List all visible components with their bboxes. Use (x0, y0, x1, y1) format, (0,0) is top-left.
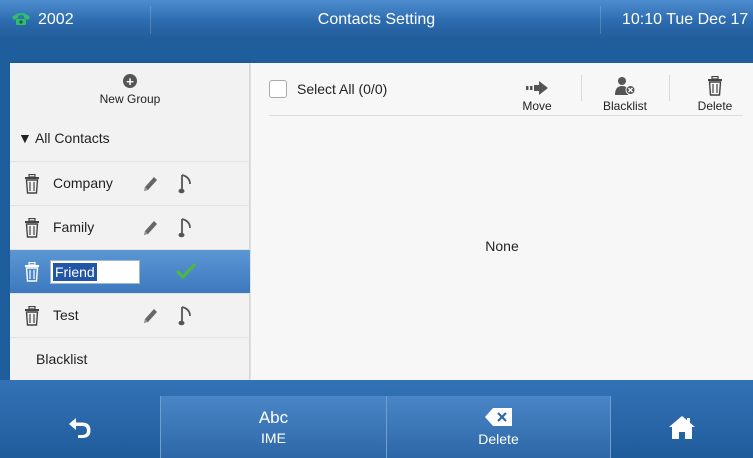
move-label: Move (522, 99, 552, 113)
select-all-control[interactable]: Select All (0/0) (269, 80, 387, 98)
group-name-input[interactable]: Friend (50, 260, 140, 284)
move-button[interactable]: Move (507, 69, 567, 113)
pencil-icon[interactable] (141, 174, 159, 197)
divider (269, 115, 743, 116)
delete-button-label: Delete (697, 99, 733, 113)
music-note-icon[interactable] (178, 217, 192, 242)
trash-icon[interactable] (24, 173, 40, 197)
blacklist-label: Blacklist (36, 351, 88, 367)
status-bar: 2002 Contacts Setting 10:10 Tue Dec 17 (0, 0, 753, 40)
checkmark-icon[interactable] (176, 262, 196, 283)
group-label: Test (53, 307, 79, 323)
plus-icon: + (123, 74, 137, 88)
blacklist-item[interactable]: Blacklist (10, 337, 250, 381)
ime-value: Abc (258, 408, 289, 427)
trash-icon (708, 76, 722, 96)
move-arrow-icon (526, 81, 548, 95)
trash-icon[interactable] (24, 305, 40, 329)
ime-label: IME (261, 430, 286, 446)
home-softkey[interactable] (611, 396, 753, 458)
ime-softkey[interactable]: Abc IME (160, 396, 386, 458)
blacklist-button[interactable]: Blacklist (595, 69, 655, 113)
divider (669, 75, 670, 101)
music-note-icon[interactable] (178, 305, 192, 330)
pencil-icon[interactable] (141, 306, 159, 329)
new-group-button[interactable]: + New Group (10, 63, 250, 117)
group-label: Family (53, 219, 95, 235)
music-note-icon[interactable] (178, 173, 192, 198)
back-arrow-icon (69, 418, 91, 438)
all-contacts-item[interactable]: ▼ All Contacts (10, 117, 250, 161)
divider (600, 6, 601, 34)
divider (581, 75, 582, 101)
select-all-checkbox[interactable] (269, 80, 287, 98)
contact-list-panel: Select All (0/0) Move Blacklist Delete N… (251, 63, 753, 380)
blacklist-user-icon (615, 77, 636, 95)
empty-list-message: None (485, 238, 519, 254)
trash-icon[interactable] (24, 217, 40, 241)
trash-icon[interactable] (24, 261, 40, 285)
group-label: Company (53, 175, 113, 191)
delete-softkey[interactable]: Delete (386, 396, 611, 458)
group-item-test[interactable]: Test (10, 293, 250, 337)
clock: 10:10 Tue Dec 17 (622, 11, 749, 28)
select-all-label: Select All (0/0) (297, 81, 388, 97)
backspace-icon (484, 408, 512, 426)
blacklist-button-label: Blacklist (602, 99, 647, 113)
group-list: + New Group ▼ All Contacts Company Famil… (10, 63, 250, 380)
back-softkey[interactable] (0, 396, 160, 458)
pencil-icon[interactable] (141, 218, 159, 241)
delete-softkey-label: Delete (478, 431, 519, 447)
group-item-family[interactable]: Family (10, 205, 250, 249)
group-name-value: Friend (53, 263, 97, 281)
content-frame: + New Group ▼ All Contacts Company Famil… (10, 63, 753, 380)
group-item-company[interactable]: Company (10, 161, 250, 205)
new-group-label: New Group (99, 92, 161, 106)
softkey-bar: Abc IME Delete (0, 380, 753, 458)
all-contacts-label: ▼ All Contacts (18, 130, 110, 146)
group-item-friend[interactable]: Friend (10, 249, 250, 293)
home-icon (669, 416, 695, 439)
delete-button[interactable]: Delete (685, 69, 745, 113)
